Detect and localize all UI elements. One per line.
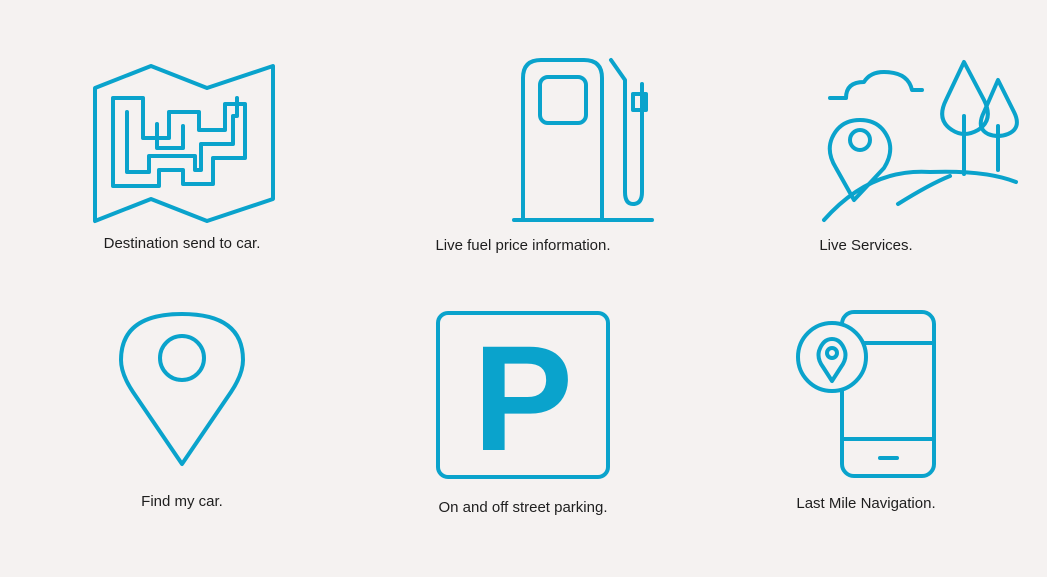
- fuel-pump-icon: [512, 58, 654, 222]
- feature-street-parking: P On and off street parking.: [373, 310, 673, 517]
- feature-live-fuel-price: Live fuel price information.: [373, 56, 673, 255]
- parking-glyph: P: [473, 314, 573, 482]
- folded-map-icon: [93, 64, 275, 223]
- parking-sign-icon: P: [436, 311, 610, 482]
- feature-label: Find my car.: [141, 493, 223, 510]
- feature-find-my-car: Find my car.: [32, 310, 332, 511]
- phone-location-icon: [796, 310, 936, 478]
- landscape-location-icon: [822, 60, 1019, 222]
- feature-label: Live fuel price information.: [435, 237, 611, 254]
- feature-destination-send: Destination send to car.: [32, 58, 332, 253]
- feature-live-services: Live Services.: [716, 56, 1019, 255]
- feature-label: On and off street parking.: [438, 499, 608, 516]
- feature-last-mile-navigation: Last Mile Navigation.: [716, 309, 1016, 513]
- feature-label: Destination send to car.: [103, 235, 261, 252]
- location-pin-icon: [119, 312, 245, 466]
- feature-label: Last Mile Navigation.: [796, 495, 936, 512]
- feature-label: Live Services.: [819, 237, 913, 254]
